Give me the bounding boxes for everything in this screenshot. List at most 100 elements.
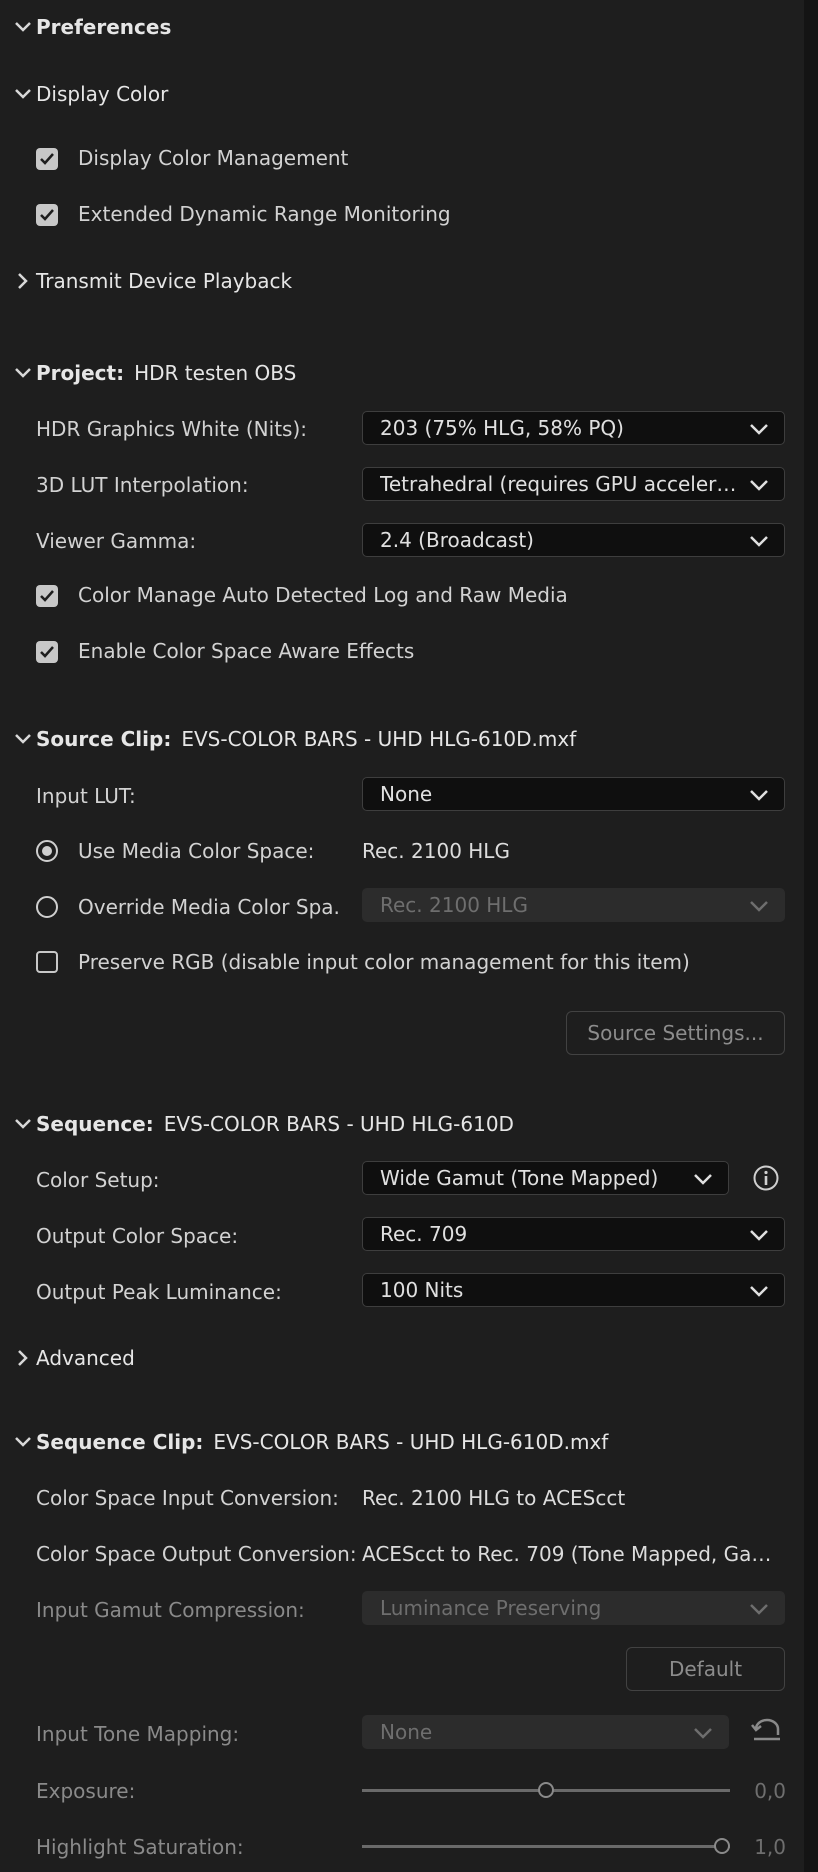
sequence-title: Sequence: bbox=[36, 1112, 154, 1136]
lut-interp-label: 3D LUT Interpolation: bbox=[36, 473, 249, 497]
override-media-dropdown[interactable]: Rec. 2100 HLG bbox=[362, 888, 785, 922]
gamut-comp-value: Luminance Preserving bbox=[380, 1596, 602, 1620]
source-clip-header[interactable]: Source Clip: EVS-COLOR BARS - UHD HLG-61… bbox=[10, 724, 576, 754]
cs-output-label: Color Space Output Conversion: bbox=[36, 1542, 357, 1566]
chevron-down-icon bbox=[694, 1728, 712, 1739]
chevron-down-icon bbox=[750, 790, 768, 801]
viewer-gamma-dropdown[interactable]: 2.4 (Broadcast) bbox=[362, 523, 785, 557]
gamut-comp-label: Input Gamut Compression: bbox=[36, 1598, 305, 1622]
project-name: HDR testen OBS bbox=[134, 361, 297, 385]
display-color-title: Display Color bbox=[36, 82, 169, 106]
hdr-white-value: 203 (75% HLG, 58% PQ) bbox=[380, 416, 624, 440]
cs-input-value: Rec. 2100 HLG to ACEScct bbox=[362, 1486, 626, 1510]
preferences-panel: Preferences Display Color Display Color … bbox=[0, 0, 818, 1872]
exposure-label: Exposure: bbox=[36, 1779, 136, 1803]
chevron-down-icon bbox=[10, 14, 36, 40]
advanced-header[interactable]: Advanced bbox=[10, 1343, 135, 1373]
preferences-header[interactable]: Preferences bbox=[10, 12, 171, 42]
scrollbar[interactable] bbox=[804, 0, 818, 1872]
auto-log-label: Color Manage Auto Detected Log and Raw M… bbox=[78, 583, 568, 607]
highlight-sat-slider-thumb[interactable] bbox=[714, 1838, 730, 1854]
gamut-comp-dropdown[interactable]: Luminance Preserving bbox=[362, 1591, 785, 1625]
project-header[interactable]: Project: HDR testen OBS bbox=[10, 358, 296, 388]
use-media-value: Rec. 2100 HLG bbox=[362, 839, 510, 863]
hdr-white-dropdown[interactable]: 203 (75% HLG, 58% PQ) bbox=[362, 411, 785, 445]
chevron-down-icon bbox=[10, 726, 36, 752]
auto-log-checkbox[interactable] bbox=[36, 585, 58, 607]
chevron-down-icon bbox=[10, 81, 36, 107]
cs-input-label: Color Space Input Conversion: bbox=[36, 1486, 339, 1510]
input-lut-dropdown[interactable]: None bbox=[362, 777, 785, 811]
peak-lum-label: Output Peak Luminance: bbox=[36, 1280, 282, 1304]
sequence-clip-name: EVS-COLOR BARS - UHD HLG-610D.mxf bbox=[213, 1430, 609, 1454]
override-media-value: Rec. 2100 HLG bbox=[380, 893, 528, 917]
lut-interp-dropdown[interactable]: Tetrahedral (requires GPU accelera... bbox=[362, 467, 785, 501]
tone-mapping-dropdown[interactable]: None bbox=[362, 1715, 729, 1749]
preserve-rgb-checkbox[interactable] bbox=[36, 951, 58, 973]
peak-lum-dropdown[interactable]: 100 Nits bbox=[362, 1273, 785, 1307]
cs-aware-checkbox[interactable] bbox=[36, 641, 58, 663]
source-settings-button[interactable]: Source Settings... bbox=[566, 1011, 785, 1055]
viewer-gamma-label: Viewer Gamma: bbox=[36, 529, 197, 553]
source-clip-name: EVS-COLOR BARS - UHD HLG-610D.mxf bbox=[181, 727, 577, 751]
sequence-clip-title: Sequence Clip: bbox=[36, 1430, 204, 1454]
viewer-gamma-value: 2.4 (Broadcast) bbox=[380, 528, 534, 552]
check-icon bbox=[40, 153, 54, 165]
input-lut-label: Input LUT: bbox=[36, 784, 136, 808]
color-setup-label: Color Setup: bbox=[36, 1168, 160, 1192]
check-icon bbox=[40, 590, 54, 602]
color-setup-value: Wide Gamut (Tone Mapped) bbox=[380, 1166, 659, 1190]
display-color-header[interactable]: Display Color bbox=[10, 79, 168, 109]
exposure-value[interactable]: 0,0 bbox=[754, 1779, 786, 1803]
lut-interp-value: Tetrahedral (requires GPU accelera... bbox=[380, 472, 740, 496]
reset-icon[interactable] bbox=[750, 1717, 784, 1743]
highlight-sat-label: Highlight Saturation: bbox=[36, 1835, 244, 1859]
use-media-label: Use Media Color Space: bbox=[78, 839, 315, 863]
output-cs-label: Output Color Space: bbox=[36, 1224, 239, 1248]
input-lut-value: None bbox=[380, 782, 433, 806]
tone-mapping-value: None bbox=[380, 1720, 433, 1744]
preserve-rgb-label: Preserve RGB (disable input color manage… bbox=[78, 950, 690, 974]
chevron-down-icon bbox=[10, 360, 36, 386]
use-media-radio[interactable] bbox=[36, 840, 58, 862]
chevron-right-icon bbox=[10, 268, 36, 294]
sequence-name: EVS-COLOR BARS - UHD HLG-610D bbox=[163, 1112, 514, 1136]
tone-mapping-label: Input Tone Mapping: bbox=[36, 1722, 240, 1746]
cs-output-value: ACEScct to Rec. 709 (Tone Mapped, Gam... bbox=[362, 1542, 784, 1566]
color-setup-dropdown[interactable]: Wide Gamut (Tone Mapped) bbox=[362, 1161, 729, 1195]
transmit-header[interactable]: Transmit Device Playback bbox=[10, 266, 292, 296]
edr-monitoring-label: Extended Dynamic Range Monitoring bbox=[78, 202, 451, 226]
display-color-management-checkbox[interactable] bbox=[36, 148, 58, 170]
preferences-title: Preferences bbox=[36, 15, 172, 39]
chevron-down-icon bbox=[10, 1111, 36, 1137]
default-button[interactable]: Default bbox=[626, 1647, 785, 1691]
chevron-down-icon bbox=[750, 480, 768, 491]
exposure-slider-thumb[interactable] bbox=[538, 1782, 554, 1798]
display-color-management-label: Display Color Management bbox=[78, 146, 349, 170]
cs-aware-label: Enable Color Space Aware Effects bbox=[78, 639, 415, 663]
check-icon bbox=[40, 209, 54, 221]
project-title: Project: bbox=[36, 361, 125, 385]
highlight-sat-value[interactable]: 1,0 bbox=[754, 1835, 786, 1859]
highlight-sat-slider-track[interactable] bbox=[362, 1845, 730, 1848]
edr-monitoring-checkbox[interactable] bbox=[36, 204, 58, 226]
chevron-right-icon bbox=[10, 1345, 36, 1371]
hdr-white-label: HDR Graphics White (Nits): bbox=[36, 417, 308, 441]
chevron-down-icon bbox=[750, 1604, 768, 1615]
override-media-radio[interactable] bbox=[36, 896, 58, 918]
sequence-header[interactable]: Sequence: EVS-COLOR BARS - UHD HLG-610D bbox=[10, 1109, 514, 1139]
peak-lum-value: 100 Nits bbox=[380, 1278, 464, 1302]
override-media-label: Override Media Color Spa... bbox=[78, 895, 340, 919]
transmit-title: Transmit Device Playback bbox=[36, 269, 293, 293]
output-cs-dropdown[interactable]: Rec. 709 bbox=[362, 1217, 785, 1251]
sequence-clip-header[interactable]: Sequence Clip: EVS-COLOR BARS - UHD HLG-… bbox=[10, 1427, 608, 1457]
chevron-down-icon bbox=[750, 424, 768, 435]
chevron-down-icon bbox=[750, 1230, 768, 1241]
chevron-down-icon bbox=[10, 1429, 36, 1455]
chevron-down-icon bbox=[694, 1174, 712, 1185]
check-icon bbox=[40, 646, 54, 658]
info-icon[interactable] bbox=[752, 1164, 780, 1192]
output-cs-value: Rec. 709 bbox=[380, 1222, 468, 1246]
source-clip-title: Source Clip: bbox=[36, 727, 172, 751]
chevron-down-icon bbox=[750, 901, 768, 912]
